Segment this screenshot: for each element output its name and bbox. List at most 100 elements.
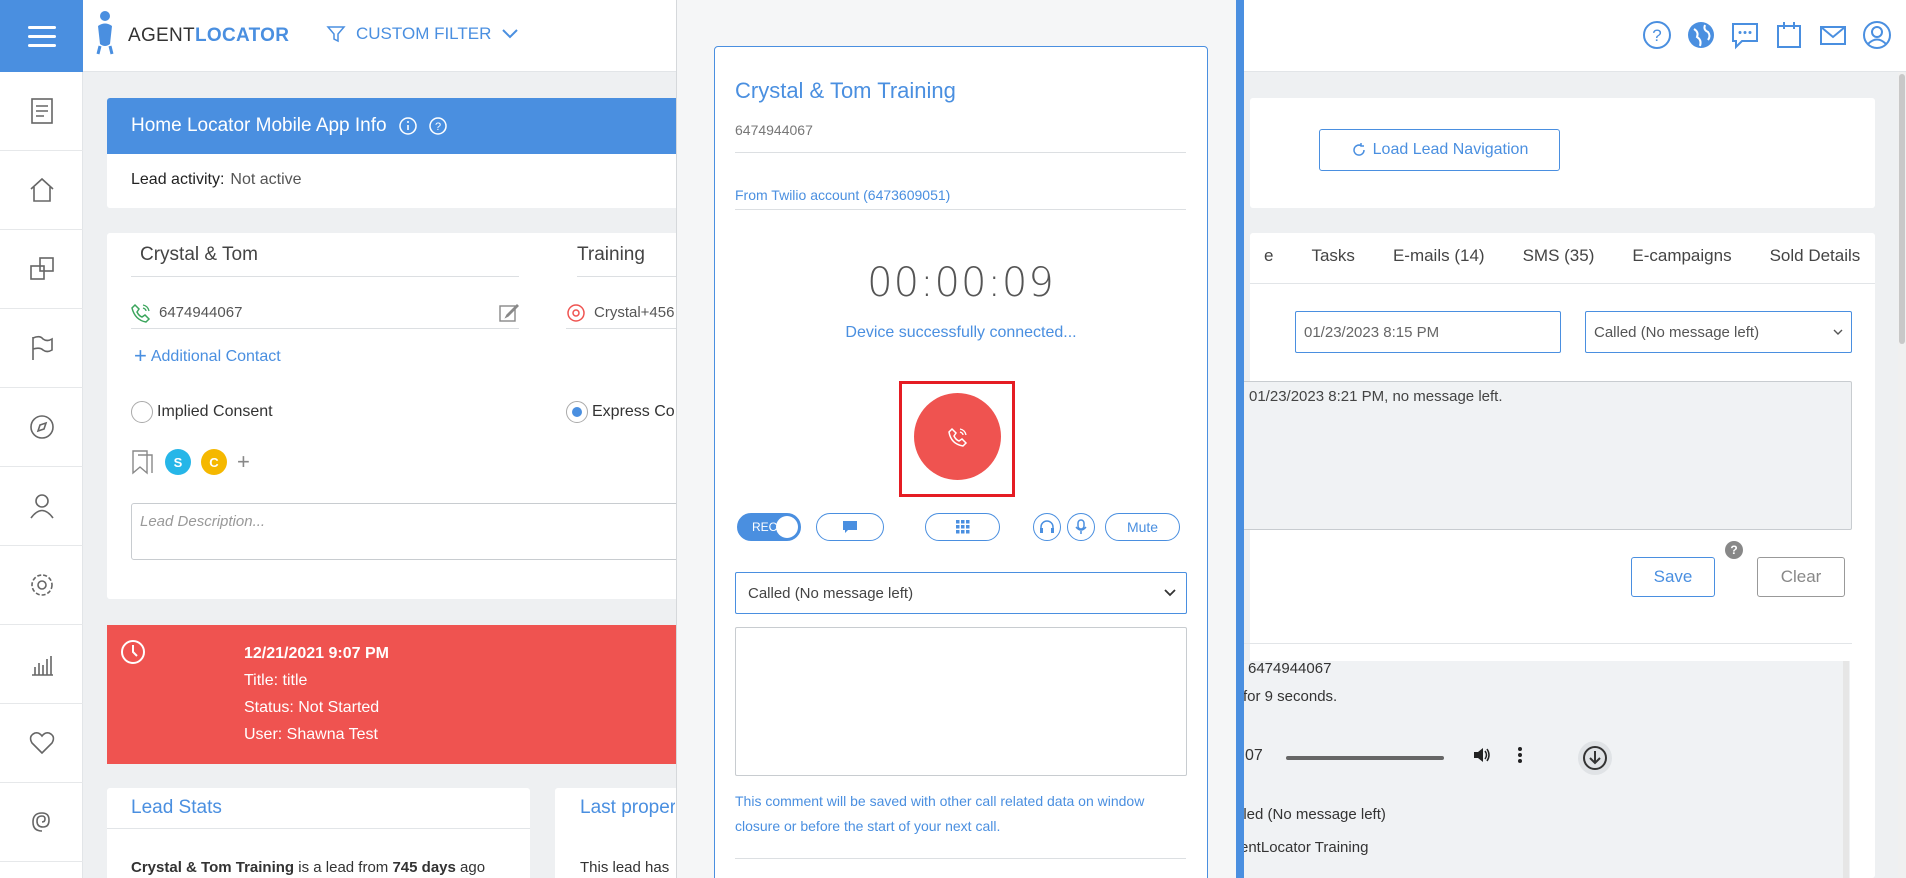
microphone-button[interactable] [1067, 513, 1095, 541]
volume-icon[interactable] [1472, 745, 1492, 765]
tab-e-campaigns[interactable]: E-campaigns [1613, 246, 1750, 266]
user-icon[interactable] [1862, 20, 1892, 50]
left-sidebar [0, 72, 83, 878]
phone-icon[interactable] [131, 303, 151, 323]
info-icon[interactable] [398, 117, 417, 135]
call-timer: 00:00:09 [867, 260, 1055, 306]
load-lead-navigation-button[interactable]: Load Lead Navigation [1319, 129, 1560, 171]
last-property-text: This lead has [580, 859, 670, 876]
lead-activity: Lead activity: Not active [131, 171, 302, 189]
keypad-icon [955, 520, 969, 534]
copy-icon[interactable] [0, 230, 83, 309]
lead-activity-label: Lead activity: [131, 171, 225, 188]
headset-button[interactable] [1033, 513, 1061, 541]
call-notes-textarea[interactable]: 01/23/2023 8:21 PM, no message left. [1240, 381, 1852, 530]
contact-name: Crystal & Tom [140, 244, 258, 265]
log-scrollbar[interactable] [1843, 661, 1849, 878]
add-tag-icon[interactable]: + [237, 449, 250, 475]
tag-c[interactable]: C [201, 449, 227, 475]
dialer-number: 6474944067 [735, 122, 813, 138]
help-icon[interactable]: ? [1642, 20, 1672, 50]
email-row[interactable]: Crystal+456 [566, 297, 686, 329]
heart-icon[interactable] [0, 704, 83, 783]
document-icon[interactable] [0, 72, 83, 151]
bookmark-icon[interactable] [131, 449, 155, 475]
gear-icon[interactable] [0, 546, 83, 625]
email-at-icon [567, 303, 585, 322]
home-icon[interactable] [0, 151, 83, 230]
lead-activity-value: Not active [230, 171, 302, 188]
divider [131, 276, 519, 277]
divider [107, 828, 530, 829]
tab-sms[interactable]: SMS (35) [1504, 246, 1614, 266]
chevron-down-icon [1164, 589, 1176, 597]
clock-icon [121, 640, 145, 664]
tab-sold-details[interactable]: Sold Details [1751, 246, 1880, 266]
spiral-icon[interactable] [0, 783, 83, 862]
implied-consent-radio[interactable]: Implied Consent [131, 401, 273, 423]
logo-text: AGENTLOCATOR [128, 25, 290, 46]
person-icon[interactable] [0, 467, 83, 546]
lead-stats-title: Lead Stats [131, 797, 222, 818]
hangup-button[interactable] [914, 393, 1001, 480]
divider [735, 152, 1186, 153]
chevron-down-icon [502, 29, 519, 39]
task-date: 12/21/2021 9:07 PM [244, 645, 389, 662]
flag-icon[interactable] [0, 309, 83, 388]
save-button[interactable]: Save [1631, 557, 1715, 597]
page-scrollbar-thumb[interactable] [1899, 74, 1905, 344]
tab-tasks[interactable]: Tasks [1292, 246, 1373, 266]
chat-button[interactable] [816, 513, 884, 541]
lead-description-input[interactable]: Lead Description... [131, 503, 691, 560]
radio[interactable] [131, 401, 153, 423]
keypad-button[interactable] [925, 513, 1000, 541]
phone-row[interactable]: 6474944067 [131, 297, 519, 329]
globe-icon[interactable] [1686, 20, 1716, 50]
refresh-icon [1352, 143, 1365, 156]
express-consent-radio[interactable]: Express Co [566, 401, 686, 423]
more-options-icon[interactable] [1516, 745, 1524, 765]
clear-button[interactable]: Clear [1757, 557, 1845, 597]
email-value: Crystal+456 [594, 304, 675, 321]
custom-filter-dropdown[interactable]: CUSTOM FILTER [326, 24, 519, 44]
svg-text:?: ? [1652, 26, 1661, 45]
log-account: entLocator Training [1240, 839, 1369, 856]
headset-icon [1040, 520, 1054, 533]
audio-time: 07 [1245, 747, 1263, 764]
mute-button[interactable]: Mute [1105, 513, 1180, 541]
help-icon[interactable]: ? [1725, 541, 1743, 559]
call-status-select[interactable]: Called (No message left) [1585, 311, 1852, 353]
load-lead-navigation-label: Load Lead Navigation [1372, 141, 1529, 158]
training-label: Training [577, 244, 645, 265]
audio-progress-bar[interactable] [1286, 756, 1444, 760]
add-contact-link[interactable]: + Additional Contact [134, 343, 281, 369]
tab-emails[interactable]: E-mails (14) [1374, 246, 1504, 266]
help-icon[interactable]: ? [428, 117, 447, 135]
tag-s[interactable]: S [165, 449, 191, 475]
calendar-icon[interactable] [1774, 20, 1804, 50]
lead-days: 745 days [392, 859, 456, 876]
chat-icon[interactable] [1730, 20, 1760, 50]
mail-icon[interactable] [1818, 20, 1848, 50]
app-info-title: Home Locator Mobile App Info [131, 115, 387, 136]
menu-button[interactable] [0, 0, 83, 72]
divider [735, 209, 1186, 210]
dialer-twilio-account[interactable]: From Twilio account (6473609051) [735, 187, 950, 203]
divider [735, 858, 1186, 859]
call-comment-textarea[interactable] [735, 627, 1187, 776]
call-date-input[interactable]: 01/23/2023 8:15 PM [1295, 311, 1561, 353]
radio-selected[interactable] [566, 401, 588, 423]
divider [1250, 283, 1875, 284]
call-outcome-select[interactable]: Called (No message left) [735, 572, 1187, 614]
record-toggle[interactable]: REC [737, 513, 801, 541]
lead-tabs: e Tasks E-mails (14) SMS (35) E-campaign… [1245, 246, 1879, 266]
lead-stats-mid: is a lead from [294, 859, 393, 876]
edit-icon[interactable] [499, 303, 519, 323]
compass-icon[interactable] [0, 388, 83, 467]
tab-partial[interactable]: e [1245, 246, 1292, 266]
chart-icon[interactable] [0, 625, 83, 704]
call-status-value: Called (No message left) [1594, 323, 1760, 341]
call-outcome-value: Called (No message left) [748, 584, 914, 602]
download-icon[interactable] [1578, 741, 1612, 775]
log-phone: 6474944067 [1248, 660, 1332, 677]
